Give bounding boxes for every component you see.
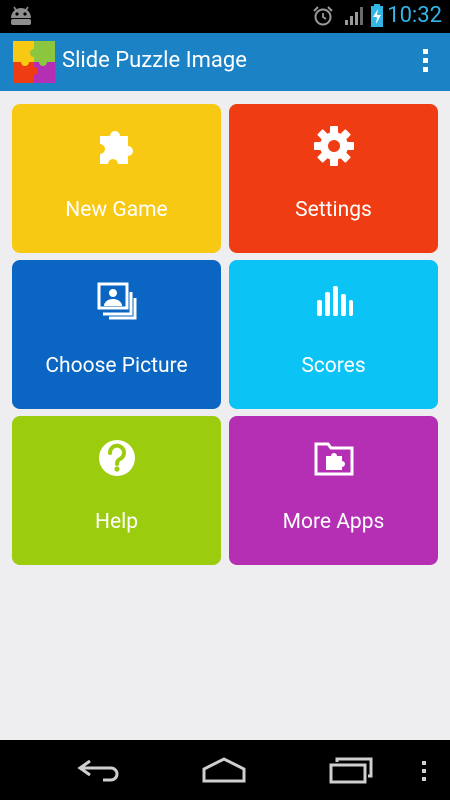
gear-icon — [313, 126, 354, 166]
bar-chart-icon — [316, 286, 353, 316]
help-label: Help — [94, 510, 138, 534]
pictures-icon — [97, 282, 136, 320]
app-logo-icon[interactable] — [13, 41, 55, 83]
home-icon[interactable] — [200, 757, 248, 783]
settings-tile[interactable]: Settings — [229, 104, 438, 253]
folder-puzzle-icon — [314, 442, 353, 476]
navigation-bar — [0, 740, 450, 800]
action-bar: Slide Puzzle Image — [0, 33, 450, 91]
status-bar: 10:32 — [0, 0, 450, 33]
settings-label: Settings — [295, 198, 372, 222]
scores-tile[interactable]: Scores — [229, 260, 438, 409]
app-title: Slide Puzzle Image — [62, 48, 247, 73]
overflow-menu-icon[interactable] — [422, 47, 430, 75]
more-apps-label: More Apps — [282, 510, 385, 534]
choose-picture-label: Choose Picture — [45, 354, 188, 378]
help-icon — [98, 440, 135, 476]
choose-picture-tile[interactable]: Choose Picture — [12, 260, 221, 409]
alarm-clock-icon — [313, 6, 333, 26]
more-apps-tile[interactable]: More Apps — [229, 416, 438, 565]
menu-dots-icon[interactable] — [421, 759, 429, 783]
signal-icon — [345, 7, 363, 25]
scores-label: Scores — [301, 354, 366, 378]
new-game-tile[interactable]: New Game — [12, 104, 221, 253]
back-icon[interactable] — [76, 758, 122, 782]
android-debug-icon — [11, 6, 31, 25]
recent-apps-icon[interactable] — [328, 756, 374, 784]
help-tile[interactable]: Help — [12, 416, 221, 565]
battery-charging-icon — [371, 4, 383, 27]
status-clock: 10:32 — [387, 3, 442, 28]
new-game-label: New Game — [65, 198, 168, 222]
puzzle-piece-icon — [99, 131, 133, 164]
